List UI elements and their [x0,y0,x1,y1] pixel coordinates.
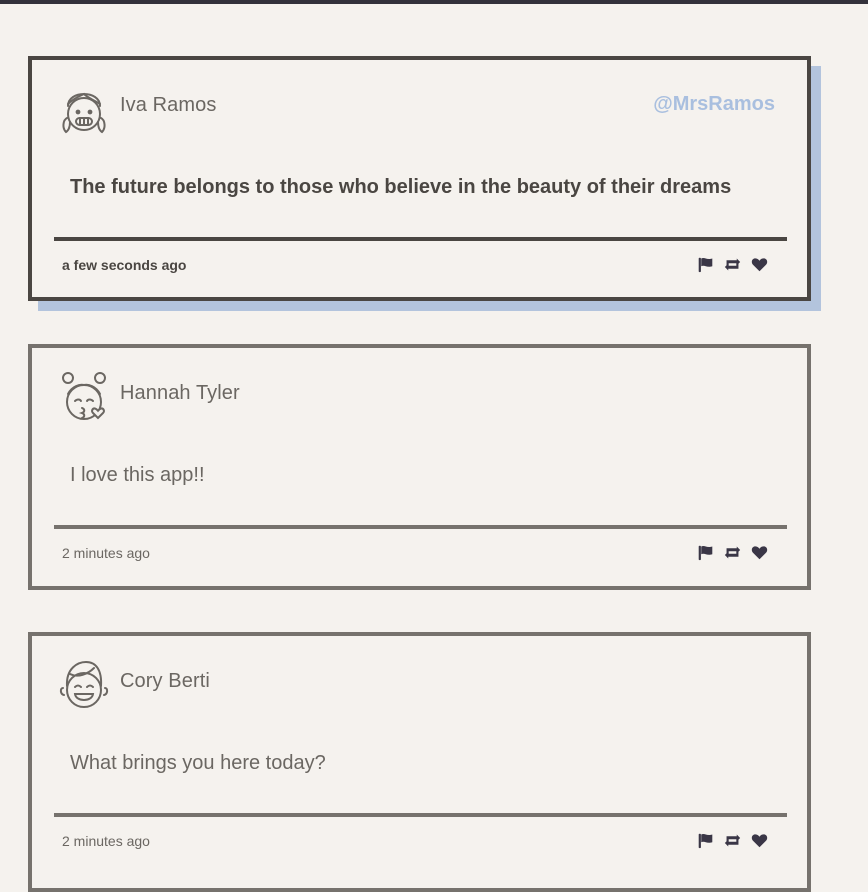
author-name: Iva Ramos [120,94,217,116]
post-divider [54,525,787,529]
retweet-icon[interactable] [723,831,742,849]
post-actions [696,831,769,849]
flag-icon[interactable] [696,255,715,273]
boy-laughing-icon [54,656,114,716]
retweet-icon[interactable] [723,543,742,561]
top-bar [0,0,868,4]
post-actions [696,543,769,561]
flag-icon[interactable] [696,543,715,561]
heart-icon[interactable] [750,831,769,849]
post-divider [54,237,787,241]
flag-icon[interactable] [696,831,715,849]
post-timestamp: 2 minutes ago [62,545,150,561]
post-card: Hannah Tyler I love this app!! 2 minutes… [28,344,811,590]
post-card-featured: Iva Ramos @MrsRamos The future belongs t… [28,56,811,301]
post-timestamp: a few seconds ago [62,257,187,273]
post-divider [54,813,787,817]
post-message: What brings you here today? [70,752,326,774]
post-timestamp: 2 minutes ago [62,833,150,849]
post-card: Cory Berti What brings you here today? 2… [28,632,811,892]
author-handle-link[interactable]: @MrsRamos [653,93,775,116]
post-message: I love this app!! [70,464,205,486]
heart-icon[interactable] [750,543,769,561]
girl-braids-grin-icon [54,80,114,140]
post-actions [696,255,769,273]
post-message: The future belongs to those who believe … [70,176,732,198]
girl-kiss-heart-icon [54,368,114,428]
author-name: Hannah Tyler [120,382,240,404]
retweet-icon[interactable] [723,255,742,273]
author-name: Cory Berti [120,670,210,692]
heart-icon[interactable] [750,255,769,273]
